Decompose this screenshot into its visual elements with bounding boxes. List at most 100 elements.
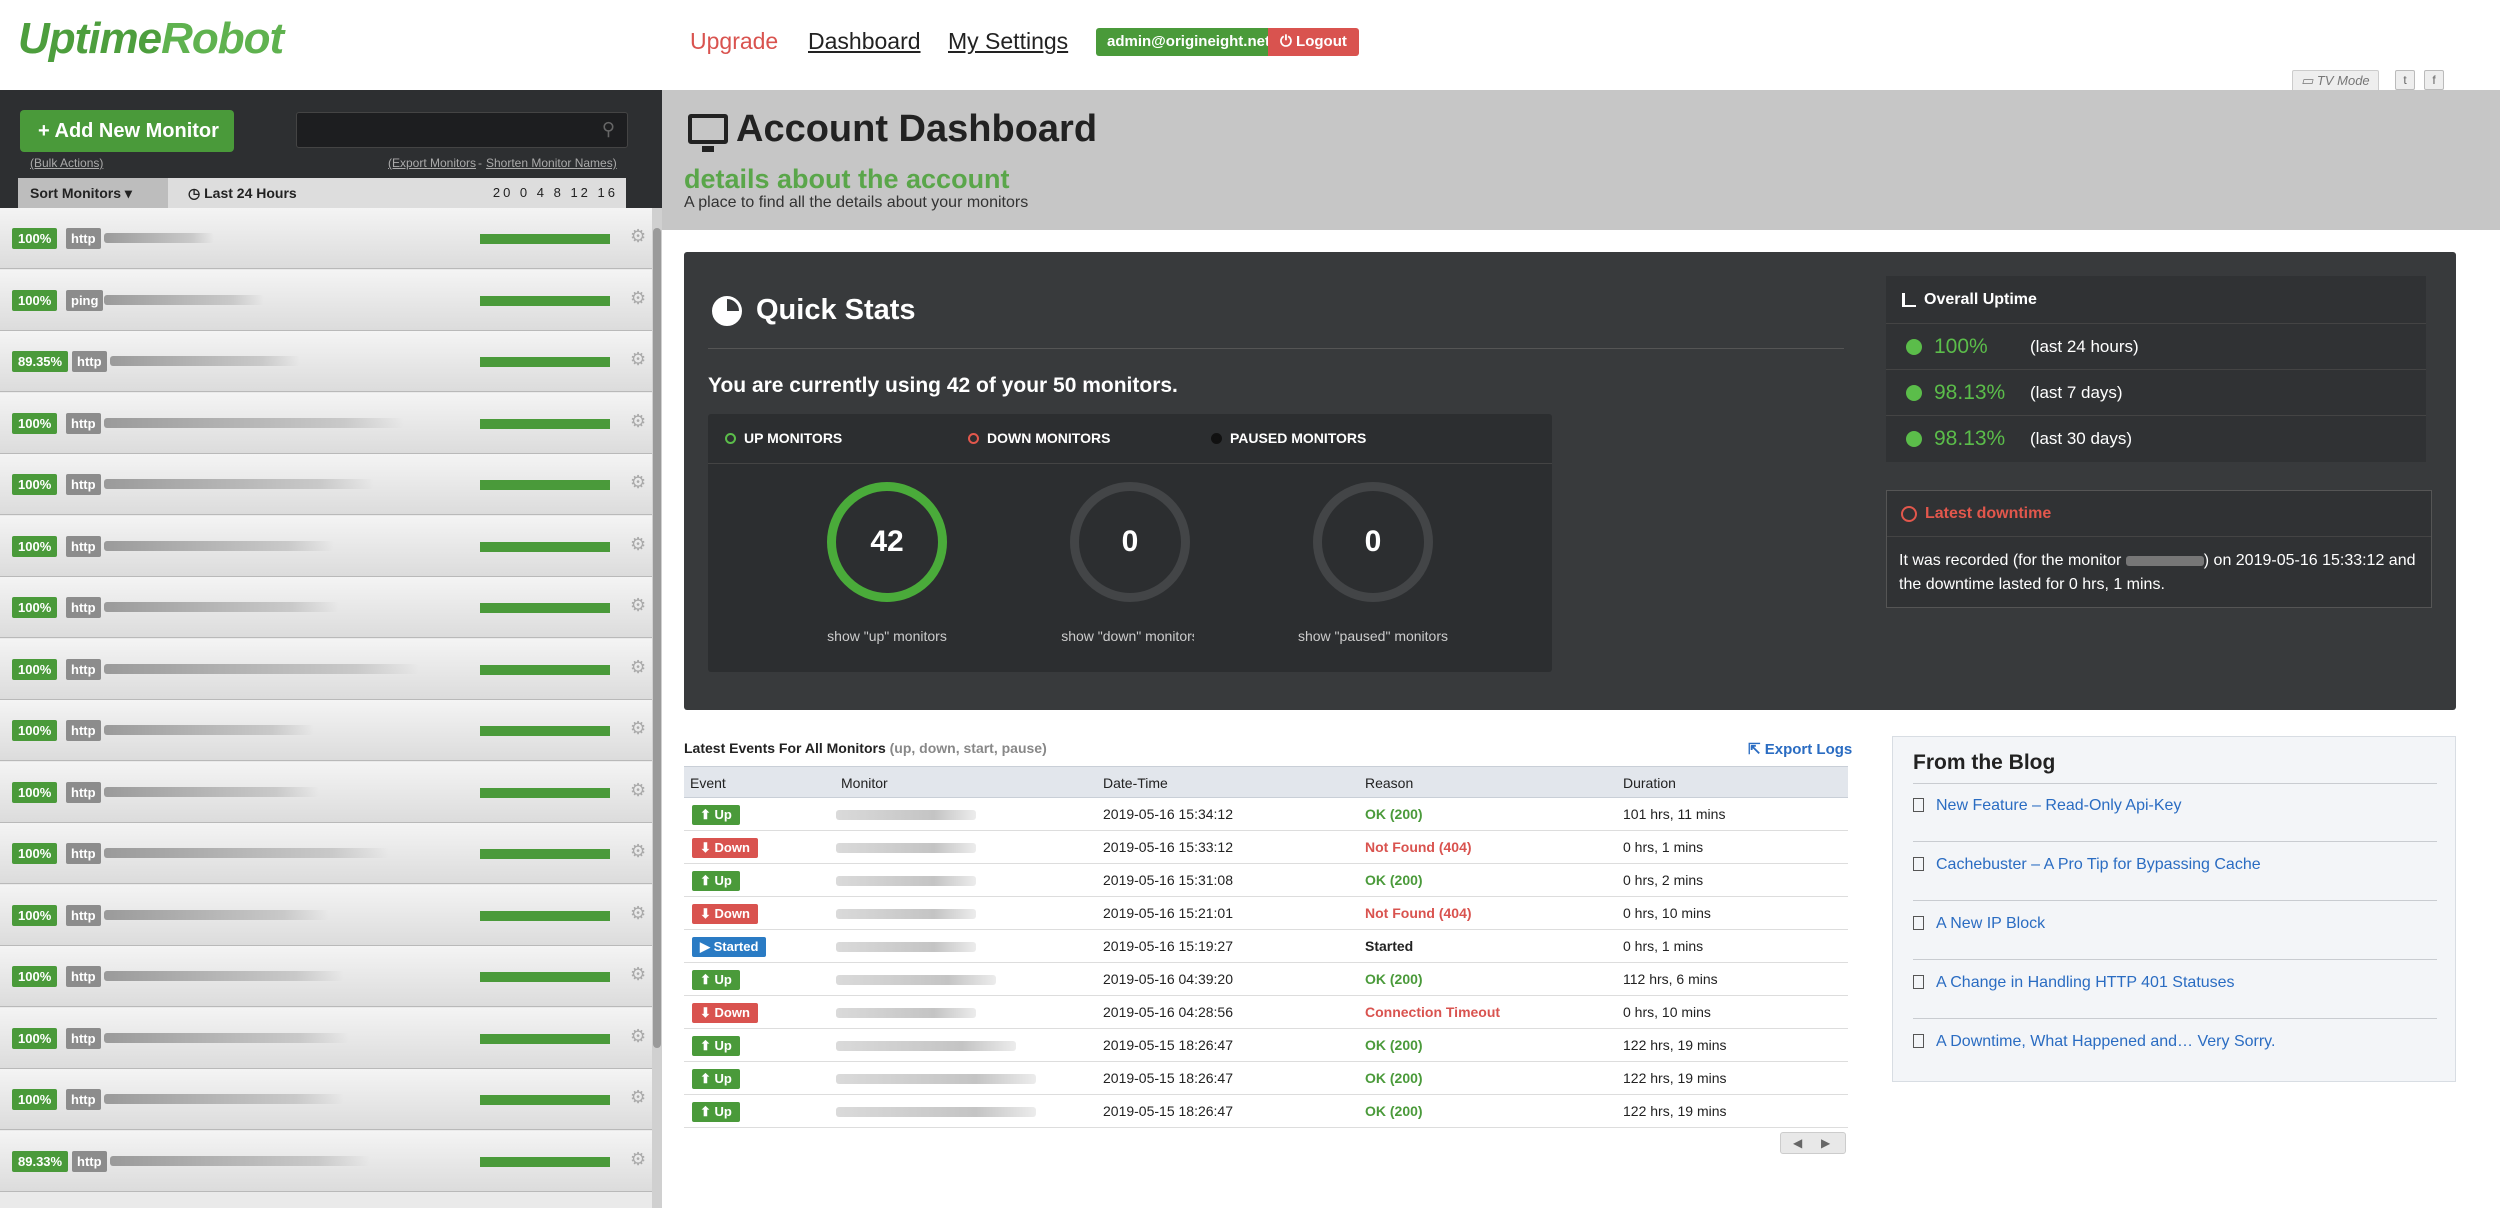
event-reason: OK (200) <box>1365 1037 1423 1053</box>
monitor-uptime-badge: 100% <box>12 412 58 434</box>
monitor-row[interactable]: 100% http ⚙ <box>0 1007 652 1069</box>
gear-icon[interactable]: ⚙ <box>630 349 646 370</box>
twitter-icon[interactable]: t <box>2395 70 2415 90</box>
blog-link[interactable]: A Change in Handling HTTP 401 Statuses <box>1913 974 2235 992</box>
event-monitor-redacted[interactable] <box>836 1074 1036 1084</box>
monitor-row[interactable]: 100% http ⚙ <box>0 208 652 269</box>
event-monitor-redacted[interactable] <box>836 909 976 919</box>
monitor-search-input[interactable]: ⚲ <box>296 112 628 148</box>
monitor-row[interactable]: 100% http ⚙ <box>0 515 652 577</box>
gear-icon[interactable]: ⚙ <box>630 534 646 555</box>
monitor-row[interactable]: 89.35% http ⚙ <box>0 331 652 392</box>
show-paused-monitors-link[interactable]: show "paused" monitors <box>1194 628 1552 644</box>
monitor-name-redacted[interactable] <box>104 909 329 920</box>
export-logs-link[interactable]: ⇱ Export Logs <box>1748 740 1852 758</box>
monitor-name-redacted[interactable] <box>104 417 404 428</box>
monitor-name-redacted[interactable] <box>104 540 334 551</box>
event-label: Up <box>714 873 732 888</box>
monitor-row[interactable]: 89.33% http ⚙ <box>0 1130 652 1192</box>
gear-icon[interactable]: ⚙ <box>630 903 646 924</box>
sidebar-scrollbar[interactable] <box>652 208 662 1208</box>
monitor-name-redacted[interactable] <box>104 1094 344 1104</box>
gear-icon[interactable]: ⚙ <box>630 226 646 247</box>
event-datetime: 2019-05-15 18:26:47 <box>1103 1103 1233 1119</box>
monitor-row[interactable]: 100% http ⚙ <box>0 700 652 761</box>
nav-settings-link[interactable]: My Settings <box>948 28 1068 55</box>
status-dot-icon <box>1906 385 1922 401</box>
monitor-row[interactable]: 100% http ⚙ <box>0 1069 652 1130</box>
monitor-name-redacted[interactable] <box>104 786 319 797</box>
monitor-row[interactable]: 100% http ⚙ <box>0 761 652 823</box>
event-badge: ⬆ Up <box>692 1069 740 1089</box>
monitor-row[interactable]: 100% http ⚙ <box>0 392 652 454</box>
blog-link[interactable]: Cachebuster – A Pro Tip for Bypassing Ca… <box>1913 856 2261 874</box>
monitor-row[interactable]: 100% http ⚙ <box>0 577 652 638</box>
event-monitor-redacted[interactable] <box>836 876 976 886</box>
facebook-icon[interactable]: f <box>2424 70 2444 90</box>
sort-monitors-dropdown[interactable]: Sort Monitors ▾ <box>18 178 168 208</box>
monitor-name-redacted[interactable] <box>104 479 374 489</box>
scrollbar-thumb[interactable] <box>653 228 661 1048</box>
event-monitor-redacted[interactable] <box>836 810 976 820</box>
event-badge: ⬆ Up <box>692 1036 740 1056</box>
event-monitor-redacted[interactable] <box>836 1107 1036 1117</box>
add-new-monitor-button[interactable]: + Add New Monitor <box>20 110 234 152</box>
monitor-sidebar: + Add New Monitor ⚲ (Bulk Actions) (Expo… <box>0 90 662 1208</box>
monitor-name-redacted[interactable] <box>104 971 344 981</box>
gear-icon[interactable]: ⚙ <box>630 1087 646 1108</box>
range-last-24-hours[interactable]: ◷ Last 24 Hours 20 0 4 8 12 16 <box>178 178 626 208</box>
gear-icon[interactable]: ⚙ <box>630 472 646 493</box>
user-account-badge[interactable]: admin@origineight.net <box>1096 28 1281 56</box>
gear-icon[interactable]: ⚙ <box>630 411 646 432</box>
monitor-name-redacted[interactable] <box>104 294 264 305</box>
divider <box>708 348 1844 349</box>
bulk-actions-link[interactable]: (Bulk Actions) <box>30 156 103 170</box>
event-row: ⬆ Up 2019-05-16 15:31:08 OK (200) 0 hrs, 2 … <box>684 864 1848 897</box>
monitor-name-redacted[interactable] <box>104 1032 349 1043</box>
event-monitor-redacted[interactable] <box>836 843 976 853</box>
monitor-row[interactable]: 100% ping ⚙ <box>0 269 652 331</box>
gear-icon[interactable]: ⚙ <box>630 964 646 985</box>
gear-icon[interactable]: ⚙ <box>630 718 646 739</box>
uptimerobot-logo[interactable]: UptimeRobot <box>18 14 284 64</box>
monitor-row[interactable]: 100% http ⚙ <box>0 823 652 884</box>
logout-button[interactable]: ⏻ Logout <box>1268 28 1359 56</box>
monitor-row[interactable]: 100% http ⚙ <box>0 884 652 946</box>
gear-icon[interactable]: ⚙ <box>630 1149 646 1170</box>
event-monitor-redacted[interactable] <box>836 1008 976 1018</box>
arrow-up-icon: ⬆ <box>700 972 715 987</box>
blog-link[interactable]: A New IP Block <box>1913 915 2045 933</box>
monitor-name-redacted[interactable] <box>104 602 339 612</box>
event-monitor-redacted[interactable] <box>836 942 976 952</box>
gear-icon[interactable]: ⚙ <box>630 780 646 801</box>
monitor-name-redacted[interactable] <box>104 848 389 858</box>
gear-icon[interactable]: ⚙ <box>630 288 646 309</box>
monitor-name-redacted[interactable] <box>110 356 300 366</box>
nav-dashboard-link[interactable]: Dashboard <box>808 28 921 55</box>
monitor-row[interactable]: 100% http ⚙ <box>0 638 652 700</box>
next-page-icon[interactable]: ▶ <box>1821 1136 1830 1150</box>
gear-icon[interactable]: ⚙ <box>630 595 646 616</box>
monitor-name-redacted[interactable] <box>104 725 314 735</box>
export-monitors-link[interactable]: (Export Monitors <box>388 156 476 170</box>
event-monitor-redacted[interactable] <box>836 975 996 985</box>
blog-link[interactable]: A Downtime, What Happened and… Very Sorr… <box>1913 1033 2275 1051</box>
prev-page-icon[interactable]: ◀ <box>1793 1136 1802 1150</box>
gear-icon[interactable]: ⚙ <box>630 657 646 678</box>
shorten-names-link[interactable]: Shorten Monitor Names) <box>486 156 617 170</box>
monitor-row[interactable]: 100% http ⚙ <box>0 454 652 515</box>
gear-icon[interactable]: ⚙ <box>630 1026 646 1047</box>
monitor-row[interactable]: 100% http ⚙ <box>0 946 652 1007</box>
event-label: Down <box>714 840 750 855</box>
tv-mode-button[interactable]: ▭ TV Mode <box>2292 70 2379 92</box>
monitor-name-redacted[interactable] <box>104 663 419 674</box>
gear-icon[interactable]: ⚙ <box>630 841 646 862</box>
monitor-name-redacted[interactable] <box>110 1155 370 1166</box>
blog-panel: From the Blog New Feature – Read-Only Ap… <box>1892 736 2456 1082</box>
event-duration: 0 hrs, 10 mins <box>1623 1004 1711 1020</box>
monitor-name-redacted[interactable] <box>104 233 214 243</box>
event-monitor-redacted[interactable] <box>836 1041 1016 1051</box>
uptime-history-bar <box>480 295 610 306</box>
blog-link[interactable]: New Feature – Read-Only Api-Key <box>1913 797 2181 815</box>
nav-upgrade-link[interactable]: Upgrade <box>690 28 778 55</box>
